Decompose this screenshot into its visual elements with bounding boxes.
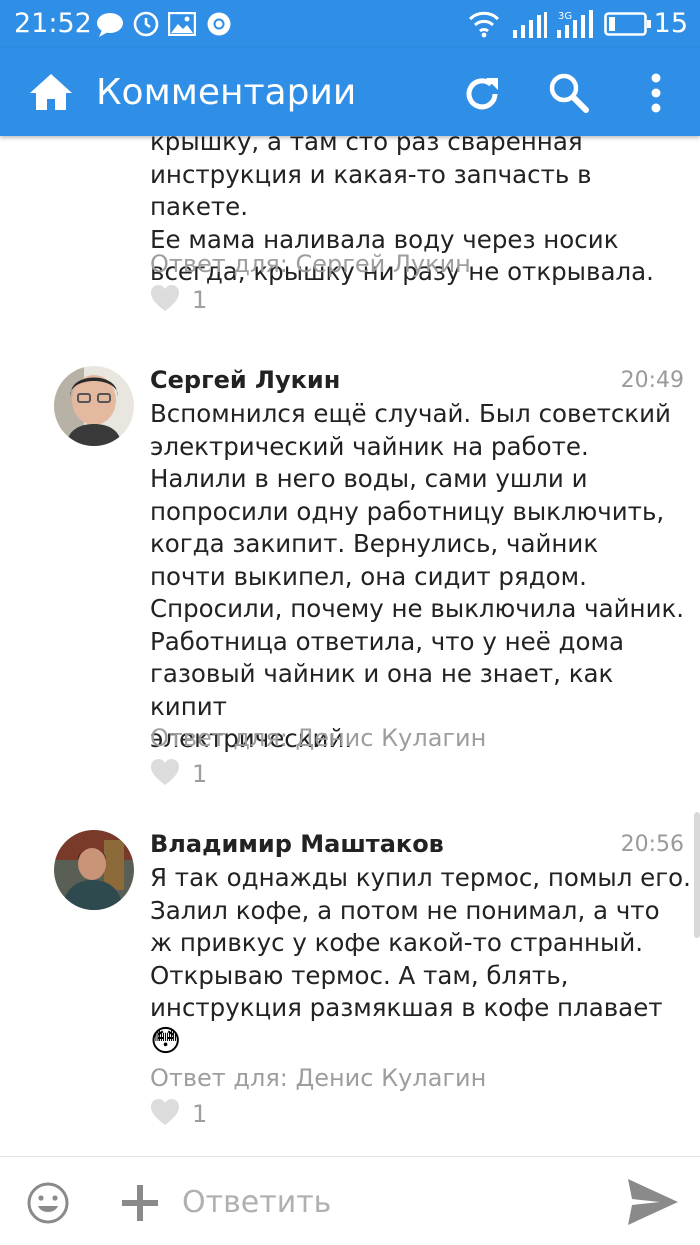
wifi-icon <box>468 11 500 38</box>
battery-icon <box>604 12 651 36</box>
more-vert-icon[interactable] <box>648 72 664 114</box>
clock-icon <box>133 11 159 37</box>
comment-text: Вспомнился ещё случай. Был советский эле… <box>150 399 685 753</box>
heart-icon <box>151 1099 179 1125</box>
chrome-icon <box>207 12 231 36</box>
reply-bar <box>0 1156 700 1245</box>
comment-text: Я так однажды купил термос, помыл его. З… <box>150 863 691 1022</box>
status-time: 21:52 <box>14 8 92 39</box>
like-button[interactable]: 1 <box>150 1098 207 1130</box>
heart-icon <box>151 759 179 785</box>
send-icon[interactable] <box>626 1177 680 1227</box>
like-count: 1 <box>192 286 208 314</box>
avatar[interactable] <box>54 830 134 910</box>
app-bar: Комментарии <box>0 48 700 136</box>
comment-time: 20:49 <box>620 368 684 393</box>
reply-to-label[interactable]: Ответ для: Денис Кулагин <box>150 724 486 752</box>
like-count: 1 <box>192 1100 208 1128</box>
heart-icon <box>151 285 179 311</box>
comment-author[interactable]: Сергей Лукин <box>150 366 340 394</box>
refresh-icon[interactable] <box>462 74 502 114</box>
reply-to-label[interactable]: Ответ для: Сергей Лукин <box>150 250 471 278</box>
home-icon[interactable] <box>28 72 74 112</box>
like-count: 1 <box>192 760 208 788</box>
svg-text:3G: 3G <box>558 11 572 22</box>
emoji-icon[interactable] <box>26 1181 70 1225</box>
page-title: Комментарии <box>96 72 357 113</box>
status-bar: 21:52 3G 15 <box>0 0 700 48</box>
comment-author[interactable]: Владимир Маштаков <box>150 830 444 858</box>
reply-to-label[interactable]: Ответ для: Денис Кулагин <box>150 1064 486 1092</box>
like-button[interactable]: 1 <box>150 284 207 316</box>
chat-bubble-icon <box>97 13 123 37</box>
signal-3g-icon: 3G <box>557 10 593 38</box>
add-icon[interactable] <box>120 1183 160 1223</box>
battery-level: 15 <box>653 8 688 39</box>
reply-input[interactable] <box>180 1179 604 1225</box>
flushed-emoji: 😳 <box>150 1024 182 1059</box>
scrollbar[interactable] <box>694 812 700 938</box>
comment-time: 20:56 <box>620 832 684 857</box>
like-button[interactable]: 1 <box>150 758 207 790</box>
signal-icon <box>513 12 547 38</box>
image-icon <box>168 12 196 36</box>
comments-list[interactable]: крышку, а там сто раз сваренная инструкц… <box>0 136 700 1156</box>
search-icon[interactable] <box>548 72 590 114</box>
avatar[interactable] <box>54 366 134 446</box>
